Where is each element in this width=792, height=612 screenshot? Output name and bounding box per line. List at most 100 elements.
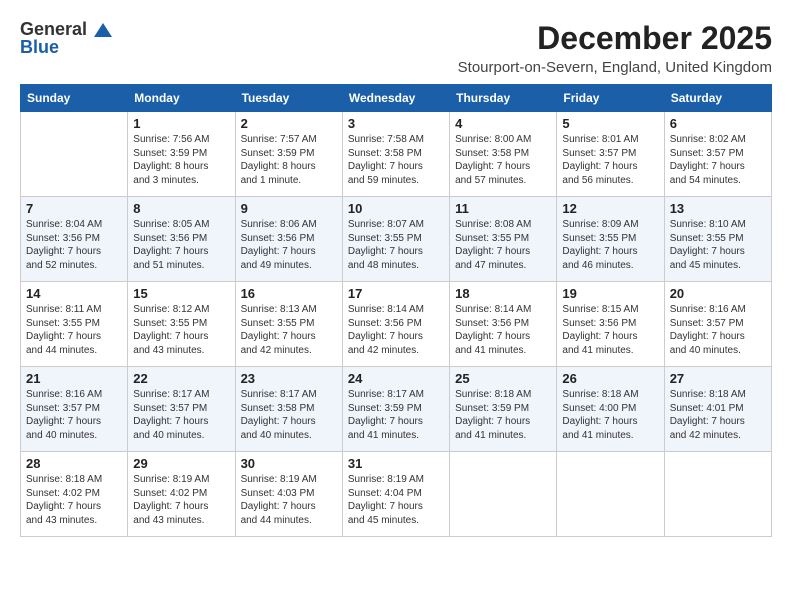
day-info: Sunrise: 8:08 AM Sunset: 3:55 PM Dayligh… xyxy=(455,218,551,272)
day-info: Sunrise: 7:58 AM Sunset: 3:58 PM Dayligh… xyxy=(348,133,444,187)
day-number: 29 xyxy=(133,456,229,471)
calendar-cell: 12 Sunrise: 8:09 AM Sunset: 3:55 PM Dayli… xyxy=(557,197,664,282)
day-info: Sunrise: 8:18 AM Sunset: 3:59 PM Dayligh… xyxy=(455,388,551,442)
calendar-cell: 5 Sunrise: 8:01 AM Sunset: 3:57 PM Daylig… xyxy=(557,112,664,197)
calendar-cell: 3 Sunrise: 7:58 AM Sunset: 3:58 PM Daylig… xyxy=(342,112,449,197)
calendar-week-row: 7 Sunrise: 8:04 AM Sunset: 3:56 PM Daylig… xyxy=(21,197,772,282)
calendar-cell: 18Sunrise: 8:14 AM Sunset: 3:56 PM Dayli… xyxy=(450,282,557,367)
day-info: Sunrise: 8:19 AM Sunset: 4:04 PM Dayligh… xyxy=(348,473,444,527)
day-number: 11 xyxy=(455,201,551,216)
calendar-cell: 8 Sunrise: 8:05 AM Sunset: 3:56 PM Daylig… xyxy=(128,197,235,282)
calendar-cell: 26 Sunrise: 8:18 AM Sunset: 4:00 PM Dayli… xyxy=(557,367,664,452)
calendar-cell: 22Sunrise: 8:17 AM Sunset: 3:57 PM Dayli… xyxy=(128,367,235,452)
day-number: 1 xyxy=(133,116,229,131)
logo-general: General xyxy=(20,19,87,39)
calendar-cell: 31 Sunrise: 8:19 AM Sunset: 4:04 PM Dayli… xyxy=(342,452,449,537)
day-number: 24 xyxy=(348,371,444,386)
day-info: Sunrise: 8:00 AM Sunset: 3:58 PM Dayligh… xyxy=(455,133,551,187)
calendar-cell: 17 Sunrise: 8:14 AM Sunset: 3:56 PM Dayli… xyxy=(342,282,449,367)
calendar-cell xyxy=(664,452,771,537)
logo-blue: Blue xyxy=(20,38,112,58)
calendar-cell: 2 Sunrise: 7:57 AM Sunset: 3:59 PM Daylig… xyxy=(235,112,342,197)
day-info: Sunrise: 8:18 AM Sunset: 4:00 PM Dayligh… xyxy=(562,388,658,442)
day-number: 30 xyxy=(241,456,337,471)
day-of-week-header: Wednesday xyxy=(342,85,449,112)
calendar-cell: 7 Sunrise: 8:04 AM Sunset: 3:56 PM Daylig… xyxy=(21,197,128,282)
day-number: 28 xyxy=(26,456,122,471)
day-info: Sunrise: 8:14 AM Sunset: 3:56 PM Dayligh… xyxy=(455,303,551,357)
calendar-week-row: 1 Sunrise: 7:56 AM Sunset: 3:59 PM Daylig… xyxy=(21,112,772,197)
day-number: 8 xyxy=(133,201,229,216)
day-number: 7 xyxy=(26,201,122,216)
calendar-cell xyxy=(557,452,664,537)
calendar-week-row: 14Sunrise: 8:11 AM Sunset: 3:55 PM Dayli… xyxy=(21,282,772,367)
day-number: 19 xyxy=(562,286,658,301)
calendar-cell: 25 Sunrise: 8:18 AM Sunset: 3:59 PM Dayli… xyxy=(450,367,557,452)
calendar-cell: 30 Sunrise: 8:19 AM Sunset: 4:03 PM Dayli… xyxy=(235,452,342,537)
day-number: 6 xyxy=(670,116,766,131)
day-info: Sunrise: 8:18 AM Sunset: 4:01 PM Dayligh… xyxy=(670,388,766,442)
day-info: Sunrise: 8:15 AM Sunset: 3:56 PM Dayligh… xyxy=(562,303,658,357)
day-info: Sunrise: 8:16 AM Sunset: 3:57 PM Dayligh… xyxy=(670,303,766,357)
day-number: 16 xyxy=(241,286,337,301)
day-info: Sunrise: 8:07 AM Sunset: 3:55 PM Dayligh… xyxy=(348,218,444,272)
calendar-header-row: SundayMondayTuesdayWednesdayThursdayFrid… xyxy=(21,85,772,112)
calendar-table: SundayMondayTuesdayWednesdayThursdayFrid… xyxy=(20,84,772,537)
day-of-week-header: Saturday xyxy=(664,85,771,112)
calendar-cell: 27 Sunrise: 8:18 AM Sunset: 4:01 PM Dayli… xyxy=(664,367,771,452)
day-info: Sunrise: 8:06 AM Sunset: 3:56 PM Dayligh… xyxy=(241,218,337,272)
calendar-cell: 15Sunrise: 8:12 AM Sunset: 3:55 PM Dayli… xyxy=(128,282,235,367)
day-number: 26 xyxy=(562,371,658,386)
day-of-week-header: Sunday xyxy=(21,85,128,112)
day-number: 25 xyxy=(455,371,551,386)
calendar-cell: 19 Sunrise: 8:15 AM Sunset: 3:56 PM Dayli… xyxy=(557,282,664,367)
logo-icon xyxy=(94,23,112,37)
day-info: Sunrise: 8:05 AM Sunset: 3:56 PM Dayligh… xyxy=(133,218,229,272)
day-info: Sunrise: 8:02 AM Sunset: 3:57 PM Dayligh… xyxy=(670,133,766,187)
page-header: General Blue December 2025 Stourport-on-… xyxy=(20,20,772,76)
day-number: 2 xyxy=(241,116,337,131)
day-info: Sunrise: 8:01 AM Sunset: 3:57 PM Dayligh… xyxy=(562,133,658,187)
day-of-week-header: Tuesday xyxy=(235,85,342,112)
day-number: 14 xyxy=(26,286,122,301)
day-info: Sunrise: 8:17 AM Sunset: 3:59 PM Dayligh… xyxy=(348,388,444,442)
day-info: Sunrise: 7:57 AM Sunset: 3:59 PM Dayligh… xyxy=(241,133,337,187)
title-block: December 2025 Stourport-on-Severn, Engla… xyxy=(458,20,772,76)
day-number: 13 xyxy=(670,201,766,216)
month-title: December 2025 xyxy=(458,20,772,57)
calendar-cell: 13 Sunrise: 8:10 AM Sunset: 3:55 PM Dayli… xyxy=(664,197,771,282)
day-info: Sunrise: 8:17 AM Sunset: 3:58 PM Dayligh… xyxy=(241,388,337,442)
logo: General Blue xyxy=(20,20,112,58)
day-info: Sunrise: 7:56 AM Sunset: 3:59 PM Dayligh… xyxy=(133,133,229,187)
day-info: Sunrise: 8:16 AM Sunset: 3:57 PM Dayligh… xyxy=(26,388,122,442)
day-number: 9 xyxy=(241,201,337,216)
calendar-cell: 28Sunrise: 8:18 AM Sunset: 4:02 PM Dayli… xyxy=(21,452,128,537)
day-info: Sunrise: 8:04 AM Sunset: 3:56 PM Dayligh… xyxy=(26,218,122,272)
day-info: Sunrise: 8:19 AM Sunset: 4:03 PM Dayligh… xyxy=(241,473,337,527)
calendar-cell: 20 Sunrise: 8:16 AM Sunset: 3:57 PM Dayli… xyxy=(664,282,771,367)
calendar-cell: 11 Sunrise: 8:08 AM Sunset: 3:55 PM Dayli… xyxy=(450,197,557,282)
day-number: 17 xyxy=(348,286,444,301)
day-info: Sunrise: 8:09 AM Sunset: 3:55 PM Dayligh… xyxy=(562,218,658,272)
day-number: 27 xyxy=(670,371,766,386)
calendar-cell: 6 Sunrise: 8:02 AM Sunset: 3:57 PM Daylig… xyxy=(664,112,771,197)
day-info: Sunrise: 8:14 AM Sunset: 3:56 PM Dayligh… xyxy=(348,303,444,357)
day-number: 20 xyxy=(670,286,766,301)
day-number: 3 xyxy=(348,116,444,131)
calendar-cell: 16 Sunrise: 8:13 AM Sunset: 3:55 PM Dayli… xyxy=(235,282,342,367)
calendar-cell: 9 Sunrise: 8:06 AM Sunset: 3:56 PM Daylig… xyxy=(235,197,342,282)
day-number: 12 xyxy=(562,201,658,216)
calendar-cell xyxy=(21,112,128,197)
day-number: 23 xyxy=(241,371,337,386)
day-info: Sunrise: 8:19 AM Sunset: 4:02 PM Dayligh… xyxy=(133,473,229,527)
day-number: 21 xyxy=(26,371,122,386)
calendar-cell: 10Sunrise: 8:07 AM Sunset: 3:55 PM Dayli… xyxy=(342,197,449,282)
day-number: 5 xyxy=(562,116,658,131)
calendar-cell: 4Sunrise: 8:00 AM Sunset: 3:58 PM Daylig… xyxy=(450,112,557,197)
day-info: Sunrise: 8:10 AM Sunset: 3:55 PM Dayligh… xyxy=(670,218,766,272)
day-info: Sunrise: 8:13 AM Sunset: 3:55 PM Dayligh… xyxy=(241,303,337,357)
calendar-cell: 29 Sunrise: 8:19 AM Sunset: 4:02 PM Dayli… xyxy=(128,452,235,537)
calendar-cell: 1 Sunrise: 7:56 AM Sunset: 3:59 PM Daylig… xyxy=(128,112,235,197)
day-number: 31 xyxy=(348,456,444,471)
day-of-week-header: Friday xyxy=(557,85,664,112)
